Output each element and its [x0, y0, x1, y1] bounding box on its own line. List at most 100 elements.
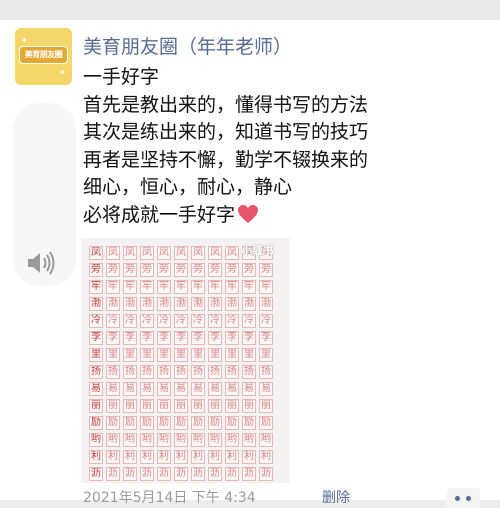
- practice-cell: 旁: [174, 263, 188, 277]
- practice-cell: 利: [106, 450, 120, 464]
- practice-cell: 利: [140, 450, 154, 464]
- practice-cell: 丽: [242, 399, 256, 413]
- practice-cell: 冷: [106, 314, 120, 328]
- practice-cell: 励: [242, 416, 256, 430]
- practice-cell: 里: [106, 348, 120, 362]
- practice-cell: 丽: [140, 399, 154, 413]
- practice-cell: 易: [106, 382, 120, 396]
- practice-cell: 里: [174, 348, 188, 362]
- practice-cell: 励: [225, 416, 239, 430]
- practice-cell: 易: [89, 382, 103, 396]
- practice-cell: 沥: [208, 467, 222, 481]
- practice-cell: 丽: [225, 399, 239, 413]
- post-timestamp: 2021年5月14日 下午 4:34: [83, 490, 256, 506]
- practice-cell: 扬: [242, 365, 256, 379]
- practice-cell: 丽: [123, 399, 137, 413]
- practice-cell: 利: [259, 450, 273, 464]
- practice-cell: 渤: [140, 297, 154, 311]
- practice-cell: 渤: [208, 297, 222, 311]
- practice-cell: 凤: [225, 246, 239, 260]
- practice-cell: 牢: [208, 280, 222, 294]
- practice-cell: 易: [225, 382, 239, 396]
- practice-cell: 牢: [225, 280, 239, 294]
- practice-cell: 哟: [140, 433, 154, 447]
- practice-cell: 渤: [242, 297, 256, 311]
- avatar[interactable]: ✦ ✦ 美育朋友圈: [15, 28, 72, 85]
- delete-link[interactable]: 删除: [322, 487, 350, 507]
- practice-cell: 李: [106, 331, 120, 345]
- practice-cell: 旁: [242, 263, 256, 277]
- practice-cell: 旁: [157, 263, 171, 277]
- heart-icon: [237, 204, 259, 233]
- practice-cell: 冷: [208, 314, 222, 328]
- practice-cell: 牢: [191, 280, 205, 294]
- post-photo[interactable]: 凤凤凤凤凤凤凤凤凤凤凤旁旁旁旁旁旁旁旁旁旁旁牢牢牢牢牢牢牢牢牢牢牢渤渤渤渤渤渤渤…: [81, 238, 290, 483]
- practice-cell: 扬: [123, 365, 137, 379]
- practice-cell: 凤: [208, 246, 222, 260]
- practice-cell: 哟: [191, 433, 205, 447]
- practice-cell: 丽: [106, 399, 120, 413]
- post-line: 再者是坚持不懈，勤学不辍换来的: [83, 148, 369, 171]
- practice-cell: 旁: [259, 263, 273, 277]
- practice-cell: 哟: [89, 433, 103, 447]
- practice-cell: 沥: [123, 467, 137, 481]
- practice-cell: 利: [242, 450, 256, 464]
- post-text: 一手好字 首先是教出来的，懂得书写的方法 其次是练出来的，知道书写的技巧 再者是…: [83, 64, 493, 232]
- practice-cell: 冷: [225, 314, 239, 328]
- practice-cell: 励: [106, 416, 120, 430]
- practice-cell: 冷: [140, 314, 154, 328]
- post-line: 一手好字: [83, 66, 160, 88]
- practice-cell: 凤: [191, 246, 205, 260]
- practice-cell: 易: [259, 382, 273, 396]
- practice-cell: 利: [208, 450, 222, 464]
- practice-cell: 哟: [242, 433, 256, 447]
- practice-cell: 旁: [225, 263, 239, 277]
- practice-cell: 渤: [191, 297, 205, 311]
- practice-cell: 扬: [157, 365, 171, 379]
- practice-cell: 冷: [259, 314, 273, 328]
- practice-cell: 凤: [89, 246, 103, 260]
- practice-cell: 凤: [123, 246, 137, 260]
- practice-cell: 励: [157, 416, 171, 430]
- practice-cell: 李: [259, 331, 273, 345]
- practice-cell: 凤: [140, 246, 154, 260]
- practice-cell: 丽: [191, 399, 205, 413]
- practice-cell: 李: [242, 331, 256, 345]
- practice-cell: 旁: [106, 263, 120, 277]
- practice-cell: 里: [157, 348, 171, 362]
- post-line: 首先是教出来的，懂得书写的方法: [83, 93, 369, 116]
- practice-cell: 渤: [123, 297, 137, 311]
- post-line: 其次是练出来的，知道书写的技巧: [83, 121, 369, 143]
- practice-cell: 易: [242, 382, 256, 396]
- practice-cell: 扬: [140, 365, 154, 379]
- practice-cell: 易: [208, 382, 222, 396]
- practice-cell: 冷: [191, 314, 205, 328]
- post-line: 细心，恒心，耐心，静心: [83, 176, 293, 198]
- practice-cell: 利: [123, 450, 137, 464]
- practice-cell: 里: [140, 348, 154, 362]
- practice-cell: 扬: [208, 365, 222, 379]
- practice-cell: 牢: [174, 280, 188, 294]
- practice-cell: 沥: [242, 467, 256, 481]
- practice-cell: 凤: [174, 246, 188, 260]
- practice-cell: 渤: [225, 297, 239, 311]
- practice-cell: 旁: [191, 263, 205, 277]
- practice-cell: 李: [123, 331, 137, 345]
- practice-cell: 哟: [123, 433, 137, 447]
- practice-cell: 励: [191, 416, 205, 430]
- speaker-icon[interactable]: [25, 248, 59, 278]
- more-dots-icon[interactable]: [446, 488, 480, 508]
- practice-cell: 旁: [140, 263, 154, 277]
- practice-cell: 里: [123, 348, 137, 362]
- practice-cell: 扬: [89, 365, 103, 379]
- practice-cell: 旁: [123, 263, 137, 277]
- author-name[interactable]: 美育朋友圈（年年老师）: [83, 32, 292, 59]
- practice-cell: 哟: [259, 433, 273, 447]
- practice-cell: 沥: [174, 467, 188, 481]
- practice-cell: 李: [140, 331, 154, 345]
- practice-cell: 哟: [174, 433, 188, 447]
- practice-cell: 李: [174, 331, 188, 345]
- practice-cell: 李: [191, 331, 205, 345]
- practice-cell: 牢: [89, 280, 103, 294]
- practice-cell: 扬: [174, 365, 188, 379]
